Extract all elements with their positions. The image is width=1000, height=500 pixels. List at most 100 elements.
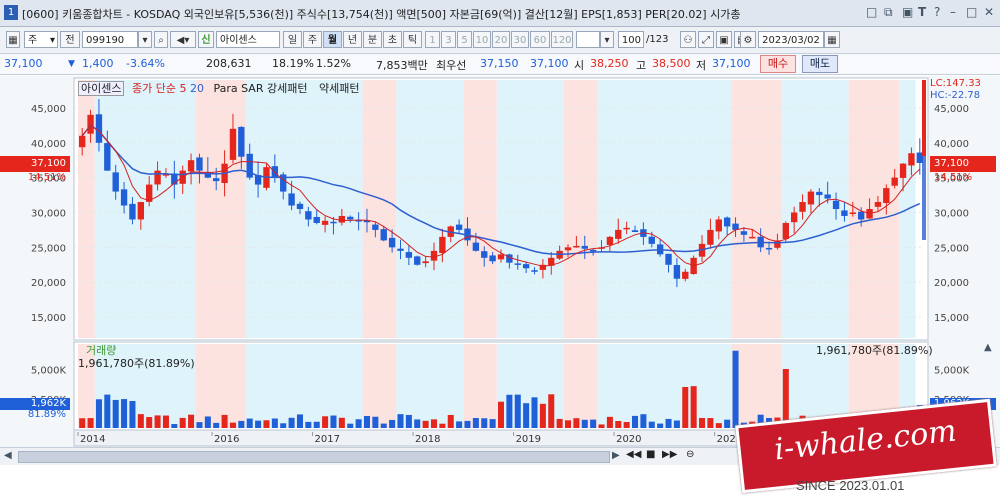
candle-body-6 [129,203,136,220]
interval-30[interactable]: 30 [511,31,529,48]
candle-body-70 [665,253,672,265]
scroll-right-icon[interactable]: ▶ [612,450,620,461]
sound-icon[interactable]: ◀▾ [170,31,196,48]
legend-stock[interactable]: 아이센스 [78,81,125,96]
custom-interval-input[interactable] [576,31,600,48]
price-tick-right-1: 40,000 [934,139,969,150]
window-number: 1 [4,5,18,20]
tab-tick[interactable]: 틱 [403,31,422,48]
volume-bar-22 [263,420,270,428]
volume-bar-64 [615,421,622,428]
interval-5[interactable]: 5 [457,31,472,48]
first-page-icon[interactable]: ◀◀ [626,449,641,460]
x-label-5: 2020 [616,434,641,445]
new-tag: 신 [198,31,214,48]
volume-bar-51 [506,394,513,428]
zoom-out-icon[interactable]: ⊖ [686,449,694,460]
stop-icon[interactable]: ■ [646,449,655,460]
volume-bar-57 [556,418,563,428]
count-input[interactable]: 100 [618,31,644,48]
volume-bar-61 [590,419,597,428]
panel-scroll-up-icon[interactable]: ▲ [984,342,992,353]
volume-value: 208,631 [206,57,252,70]
quote-bar: 37,100 ▼ 1,400 -3.64% 208,631 18.19% 1.5… [0,54,1000,75]
tab-day[interactable]: 일 [283,31,302,48]
candle-body-23 [271,166,279,178]
vol-band-3 [245,344,363,428]
interval-3[interactable]: 3 [441,31,456,48]
buy-button[interactable]: 매수 [760,55,796,73]
candle-body-92 [849,212,856,214]
current-price: 37,100 [4,57,43,70]
legend-ma20[interactable]: 20 [190,82,204,95]
code-dropdown-icon[interactable]: ▾ [138,31,152,48]
band-7 [496,80,564,338]
vol-tick-right-0: 5,000K [934,366,970,377]
interval-10[interactable]: 10 [473,31,491,48]
tab-year[interactable]: 년 [343,31,362,48]
volume-bar-16 [213,422,220,428]
interval-20[interactable]: 20 [492,31,510,48]
link-icon[interactable]: ⧉ [884,5,893,20]
stock-name[interactable]: 아이센스 [216,31,280,48]
interval-120[interactable]: 120 [551,31,573,48]
volume-bar-58 [564,420,572,428]
vol-band-8 [563,344,598,428]
low-label: 저 [696,59,707,72]
change-percent: -3.64% [126,57,165,70]
legend-sar[interactable]: Para SAR 강세패턴 [213,82,307,95]
interval-1[interactable]: 1 [425,31,440,48]
candle-body-95 [874,202,882,207]
price-tick-right-4: 25,000 [934,243,969,254]
count-total: /123 [646,34,669,45]
last-page-icon[interactable]: ▶▶ [662,449,677,460]
prev-button[interactable]: 전 [60,31,80,48]
tab-week[interactable]: 주 [303,31,322,48]
copy-icon[interactable]: □ [866,5,877,19]
date-input[interactable]: 2023/03/02 [758,31,824,48]
chart-tool-icon[interactable]: ⤢ [698,31,714,48]
interval-dropdown-icon[interactable]: ▾ [600,31,614,48]
tab-month[interactable]: 월 [323,31,342,48]
chart-area[interactable]: 45,000 45,000 40,000 40,000 35,000 35,000 30,0… [0,76,1000,466]
close-icon[interactable]: ✕ [984,5,994,19]
scroll-left-icon[interactable]: ◀ [4,450,12,461]
scroll-thumb[interactable] [18,451,610,463]
calendar-icon[interactable]: ▦ [824,31,840,48]
high-price: 38,500 [652,57,691,70]
search-icon[interactable]: ⌕ [154,31,168,48]
grid-icon[interactable]: ▦ [6,31,20,48]
current-pct-left: 14.51% [27,172,66,183]
candle-body-41 [422,261,429,264]
volume-bar-13 [188,414,195,428]
volume-bar-17 [221,414,228,428]
sell-button[interactable]: 매도 [802,55,838,73]
candle-body-97 [891,177,898,186]
minimize-icon[interactable]: – [950,5,956,19]
volume-bar-3 [104,394,111,428]
maximize-icon[interactable]: □ [966,5,977,19]
people-icon[interactable]: ⚇ [680,31,696,48]
help-icon[interactable]: ? [934,5,940,19]
legend-weak[interactable]: 약세패턴 [319,82,359,95]
candle-body-98 [899,163,907,178]
volume-bar-8 [146,417,153,428]
candle-body-1 [87,114,94,134]
title-bar: 1 [0600] 키움종합차트 - KOSDAQ 외국인보유[5,536(천)]… [0,0,1000,27]
tab-second[interactable]: 초 [383,31,402,48]
tab-minute[interactable]: 분 [363,31,382,48]
code-input[interactable]: 099190 [82,31,138,48]
candle-body-93 [857,211,865,220]
save-icon[interactable]: ▣ [716,31,732,48]
interval-60[interactable]: 60 [530,31,550,48]
gear-icon[interactable]: ⚙ [740,31,756,48]
candle-body-29 [321,220,329,225]
volume-bar-71 [673,420,680,428]
volume-bar-15 [204,416,211,428]
font-icon[interactable]: T [918,5,926,19]
period-select[interactable]: 주 ▾ [24,31,58,48]
legend-ma[interactable]: 종가 단순 5 [132,82,186,95]
candle-body-65 [623,227,630,230]
tile-icon[interactable]: ▣ [902,5,913,19]
volume-bar-34 [363,416,370,428]
